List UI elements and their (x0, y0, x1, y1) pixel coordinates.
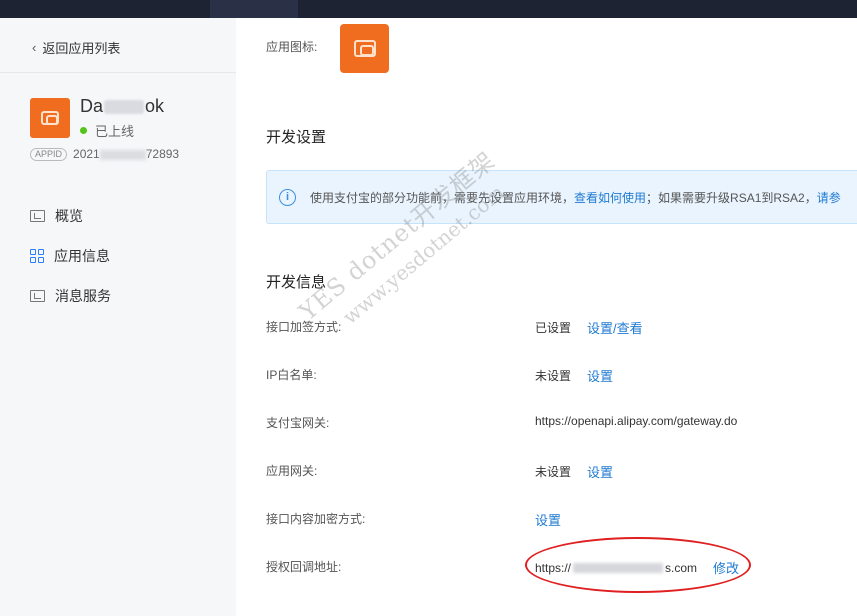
row-key: 应用网关: (266, 464, 318, 478)
alipay-gateway-row: 支付宝网关: https://openapi.alipay.com/gatewa… (266, 414, 846, 434)
sidebar: ‹ 返回应用列表 Da ok 已上线 APPID 2021 72893 概览 应用信… (0, 18, 236, 616)
dev-settings-title: 开发设置 (266, 129, 327, 146)
app-gateway-row: 应用网关: 未设置 设置 (266, 462, 846, 482)
chevron-left-icon: ‹ (32, 40, 37, 55)
sidebar-item-label: 概览 (55, 208, 83, 224)
sidebar-item-app-info[interactable]: 应用信息 (30, 236, 111, 276)
app-status: 已上线 (80, 121, 134, 140)
grid-icon (30, 249, 44, 263)
app-icon-preview[interactable] (340, 24, 389, 73)
highlight-annotation (525, 537, 751, 593)
row-value: 未设置 (535, 369, 572, 383)
sidebar-item-message-service[interactable]: 消息服务 (30, 276, 111, 316)
set-view-link[interactable]: 设置/查看 (587, 318, 643, 337)
row-key: 支付宝网关: (266, 416, 330, 430)
redacted-blur (104, 100, 145, 115)
app-name: Da ok (80, 96, 164, 117)
app-name-prefix: Da (80, 96, 104, 116)
row-key: 接口内容加密方式: (266, 512, 366, 526)
info-notice: i 使用支付宝的部分功能前，需要先设置应用环境，查看如何使用；如果需要升级RSA… (266, 170, 857, 224)
main-content: 应用图标: 开发设置 i 使用支付宝的部分功能前，需要先设置应用环境，查看如何使… (236, 18, 857, 616)
how-to-use-link[interactable]: 查看如何使用 (574, 191, 646, 205)
sign-method-row: 接口加签方式: 已设置 设置/查看 (266, 318, 846, 338)
link-icon (353, 40, 376, 57)
top-bar (0, 0, 857, 18)
app-status-label: 已上线 (95, 124, 135, 139)
row-value: 未设置 (535, 465, 572, 479)
app-icon-label: 应用图标: (266, 40, 318, 54)
set-app-gateway-link[interactable]: 设置 (587, 462, 613, 481)
chart-icon (30, 290, 45, 302)
sidebar-item-label: 应用信息 (54, 248, 110, 264)
set-encryption-link[interactable]: 设置 (535, 510, 561, 529)
sidebar-nav: 概览 应用信息 消息服务 (30, 196, 111, 316)
row-key: 授权回调地址: (266, 560, 342, 574)
app-name-suffix: ok (145, 96, 165, 116)
online-dot-icon (80, 127, 87, 134)
row-key: 接口加签方式: (266, 320, 342, 334)
monitor-icon (30, 210, 45, 222)
ip-whitelist-row: IP白名单: 未设置 设置 (266, 366, 846, 386)
dev-info-title: 开发信息 (266, 274, 327, 291)
encryption-method-row: 接口内容加密方式: 设置 (266, 510, 846, 530)
sidebar-divider (0, 72, 236, 73)
row-key: IP白名单: (266, 368, 317, 382)
sidebar-item-overview[interactable]: 概览 (30, 196, 111, 236)
appid-suffix: 72893 (145, 147, 180, 161)
row-value: https://openapi.alipay.com/gateway.do (535, 414, 738, 428)
info-icon: i (279, 188, 296, 206)
appid-prefix: 2021 (73, 147, 100, 161)
appid-badge: APPID (30, 147, 68, 161)
back-to-app-list-link[interactable]: ‹ 返回应用列表 (32, 38, 120, 57)
notice-text-middle: ；如果需要升级RSA1到RSA2， (646, 190, 817, 205)
sidebar-item-label: 消息服务 (55, 288, 111, 304)
notice-text-before: 使用支付宝的部分功能前，需要先设置应用环境， (310, 190, 575, 205)
rsa-upgrade-link[interactable]: 请参 (817, 191, 841, 205)
row-value: 已设置 (535, 321, 572, 335)
redacted-blur (99, 149, 146, 160)
app-id: APPID 2021 72893 (30, 147, 179, 161)
top-bar-segment (210, 0, 298, 18)
app-logo-icon (30, 98, 70, 138)
back-label: 返回应用列表 (42, 41, 121, 56)
notice-text: 使用支付宝的部分功能前，需要先设置应用环境，查看如何使用；如果需要升级RSA1到… (310, 189, 841, 206)
set-ip-whitelist-link[interactable]: 设置 (587, 366, 613, 385)
